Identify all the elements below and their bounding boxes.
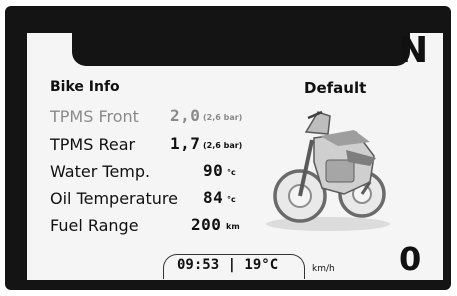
oil-temp-row: Oil Temperature 84 °c — [50, 188, 255, 213]
gear-indicator: N — [398, 30, 428, 71]
fuel-range-value: 200 — [191, 215, 222, 234]
trip-indicator: 0 — [399, 240, 422, 278]
tpms-rear-label: TPMS Rear — [50, 135, 136, 154]
top-status-bar — [72, 33, 410, 66]
tpms-front-row: TPMS Front 2,0 (2,6 bar) — [50, 106, 255, 131]
oil-temp-value: 84 — [203, 188, 224, 207]
fuel-range-unit: km — [226, 222, 240, 231]
tpms-rear-value: 1,7 — [170, 134, 201, 153]
fuel-range-label: Fuel Range — [50, 216, 139, 235]
fuel-range-row: Fuel Range 200 km — [50, 215, 255, 240]
tpms-rear-unit: (2,6 bar) — [203, 141, 243, 150]
section-title: Bike Info — [50, 79, 120, 95]
water-temp-unit: °c — [227, 168, 236, 177]
tpms-front-unit: (2,6 bar) — [203, 113, 243, 122]
oil-temp-label: Oil Temperature — [50, 189, 178, 208]
clock-temperature: 09:53 | 19°C — [177, 257, 279, 273]
speed-unit: km/h — [312, 264, 335, 274]
tpms-rear-row: TPMS Rear 1,7 (2,6 bar) — [50, 134, 255, 159]
tpms-front-label: TPMS Front — [50, 107, 139, 126]
riding-mode: Default — [304, 79, 367, 97]
motorcycle-image — [266, 110, 390, 231]
water-temp-row: Water Temp. 90 °c — [50, 161, 255, 186]
water-temp-value: 90 — [203, 161, 224, 180]
oil-temp-unit: °c — [227, 195, 236, 204]
tpms-front-value: 2,0 — [170, 106, 201, 125]
water-temp-label: Water Temp. — [50, 162, 151, 181]
